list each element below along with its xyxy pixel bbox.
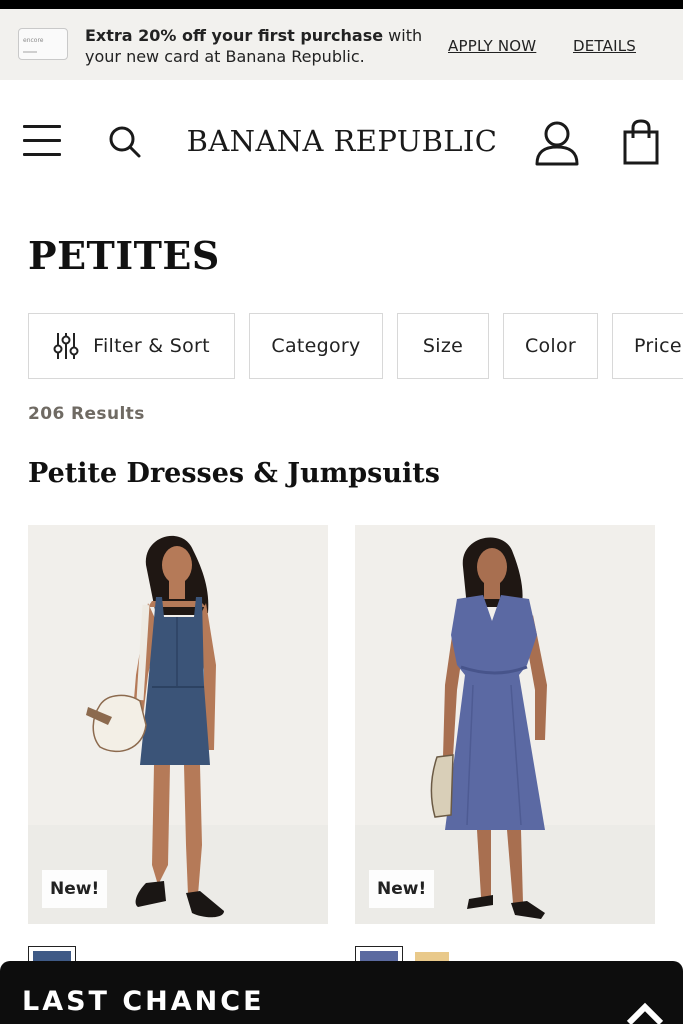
product-image [430,537,547,919]
new-badge: New! [42,870,108,908]
color-filter-button[interactable]: Color [503,313,598,379]
promo-banner: encore Extra 20% off your first purchase… [0,9,683,80]
search-icon[interactable] [106,122,146,162]
new-badge: New! [369,870,435,908]
account-icon[interactable] [533,120,581,166]
menu-icon[interactable] [23,125,63,157]
promo-text: Extra 20% off your first purchase with y… [85,25,425,67]
shopping-bag-icon[interactable] [620,118,662,166]
sliders-icon [53,333,79,359]
category-filter-button[interactable]: Category [249,313,383,379]
price-filter-label: Price [634,335,682,357]
price-filter-button[interactable]: Price [612,313,683,379]
last-chance-label: LAST CHANCE [22,986,265,1017]
results-count: 206 Results [28,404,145,424]
card-brand: encore [23,37,44,44]
site-header: BANANA REPUBLIC [0,80,683,205]
product-card-blue-dress[interactable]: New! [355,525,655,924]
category-filter-label: Category [271,335,361,357]
credit-card-icon: encore [18,28,68,60]
section-title: Petite Dresses & Jumpsuits [28,458,440,489]
product-card-denim-dress[interactable]: New! [28,525,328,924]
size-filter-button[interactable]: Size [397,313,489,379]
color-filter-label: Color [524,335,577,357]
details-link[interactable]: DETAILS [573,37,636,55]
filter-bar: Filter & Sort Category Size Color Price [28,313,683,379]
filter-sort-button[interactable]: Filter & Sort [28,313,235,379]
chevron-up-icon[interactable] [624,999,666,1024]
product-image [86,535,224,918]
page-title: PETITES [28,233,220,278]
last-chance-bar[interactable]: LAST CHANCE [0,961,683,1024]
status-strip [0,0,683,9]
size-filter-label: Size [422,335,464,357]
brand-logo[interactable]: BANANA REPUBLIC [170,124,514,158]
apply-now-link[interactable]: APPLY NOW [448,37,536,55]
filter-sort-label: Filter & Sort [93,335,210,357]
promo-text-bold: Extra 20% off your first purchase [85,26,384,45]
